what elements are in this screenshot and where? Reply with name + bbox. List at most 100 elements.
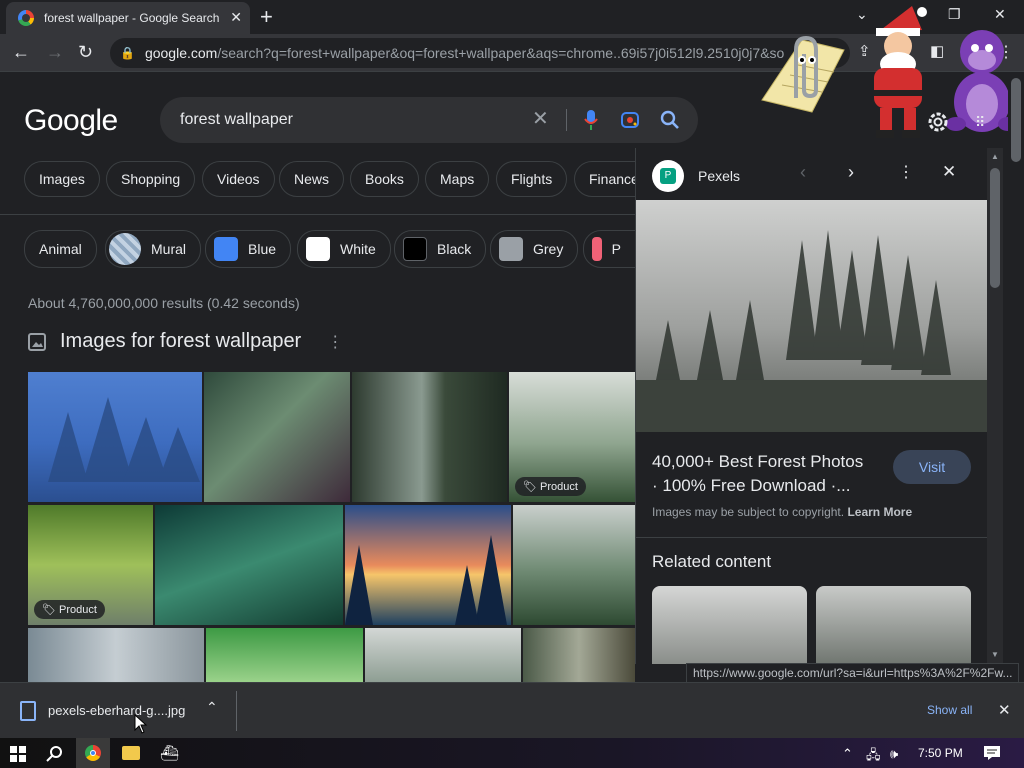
search-divider [566, 109, 567, 131]
status-bar-url: https://www.google.com/url?sa=i&url=http… [686, 663, 1020, 683]
related-content-heading: Related content [652, 552, 772, 571]
tab-flights[interactable]: Flights [496, 161, 568, 197]
google-logo[interactable]: Google [24, 104, 118, 138]
images-section-header: Images for forest wallpaper ⋮ [28, 330, 343, 353]
forward-icon[interactable]: → [46, 42, 64, 63]
settings-gear-icon[interactable] [926, 110, 950, 134]
filter-chip-grey[interactable]: Grey [490, 230, 579, 268]
filter-chip-white[interactable]: White [297, 230, 391, 268]
chrome-taskbar-button[interactable] [76, 738, 110, 768]
browser-tab[interactable]: forest wallpaper - Google Search ✕ [6, 2, 250, 34]
filter-label: White [340, 241, 376, 257]
close-tab-icon[interactable]: ✕ [230, 9, 242, 26]
result-title[interactable]: 40,000+ Best Forest Photos · 100% Free D… [652, 450, 882, 498]
back-icon[interactable]: ← [12, 42, 30, 63]
show-all-button[interactable]: Show all [927, 703, 972, 717]
panel-scrollbar[interactable]: ▲ ▼ [987, 148, 1003, 664]
image-result[interactable] [345, 505, 511, 625]
voice-search-icon[interactable] [584, 109, 598, 131]
apps-grid-icon[interactable]: ⠿ [975, 114, 985, 131]
visit-button[interactable]: Visit [893, 450, 971, 484]
image-result[interactable] [365, 628, 521, 682]
file-explorer-icon[interactable] [122, 746, 140, 760]
image-result[interactable] [155, 505, 343, 625]
address-bar[interactable]: 🔒 google.com/search?q=forest+wallpaper&o… [110, 38, 850, 68]
notifications-icon[interactable] [984, 746, 1000, 760]
image-result[interactable] [513, 505, 635, 625]
download-separator [236, 691, 237, 731]
paperclip-assistant-icon [761, 35, 845, 113]
image-result[interactable]: 🏷 Product [509, 372, 635, 502]
more-options-icon[interactable]: ⋮ [327, 332, 343, 352]
taskbar-clock[interactable]: 7:50 PM [918, 746, 963, 760]
search-input[interactable]: forest wallpaper [180, 111, 293, 129]
image-result[interactable] [523, 628, 635, 682]
filter-chip-pink[interactable]: P [583, 230, 636, 268]
search-box[interactable]: forest wallpaper ✕ [160, 97, 698, 143]
pexels-logo-icon: P [652, 160, 684, 192]
filter-label: Grey [533, 241, 564, 257]
more-options-icon[interactable]: ⋮ [898, 162, 914, 182]
app-taskbar-icon[interactable]: ⛴ [160, 744, 179, 762]
download-file-name[interactable]: pexels-eberhard-g....jpg [48, 703, 185, 718]
mouse-cursor-icon [134, 714, 148, 734]
copyright-notice: Images may be subject to copyright. Lear… [652, 505, 913, 519]
tab-books[interactable]: Books [350, 161, 419, 197]
source-name: Pexels [698, 168, 741, 184]
image-result[interactable] [204, 372, 350, 502]
related-image[interactable] [652, 586, 807, 664]
image-result[interactable] [28, 628, 204, 682]
panel-divider [636, 537, 987, 538]
new-tab-button[interactable]: + [260, 4, 273, 30]
image-result[interactable]: 🏷 Product [28, 505, 153, 625]
tab-shopping[interactable]: Shopping [106, 161, 196, 197]
filter-chip-animal[interactable]: Animal [24, 230, 97, 268]
windows-start-icon[interactable] [10, 746, 26, 762]
close-downloads-icon[interactable]: ✕ [998, 701, 1011, 719]
close-panel-icon[interactable]: ✕ [942, 162, 956, 182]
search-icon[interactable] [46, 745, 64, 763]
filter-label: Blue [248, 241, 277, 257]
filter-label: Black [437, 241, 472, 257]
tab-news[interactable]: News [279, 161, 345, 197]
filter-chip-blue[interactable]: Blue [205, 230, 292, 268]
reload-icon[interactable]: ↻ [78, 42, 93, 63]
search-icon[interactable] [660, 110, 680, 130]
color-swatch [306, 237, 330, 261]
color-swatch [499, 237, 523, 261]
lens-search-icon[interactable] [620, 110, 640, 130]
image-result[interactable] [28, 372, 202, 502]
related-image[interactable] [816, 586, 971, 664]
url-domain: google.com [144, 45, 218, 61]
clear-search-icon[interactable]: ✕ [532, 106, 549, 131]
restore-window-icon[interactable]: ❐ [948, 6, 961, 23]
learn-more-link[interactable]: Learn More [847, 505, 912, 519]
santa-character-icon [874, 6, 927, 138]
tab-finance[interactable]: Finance [574, 161, 636, 197]
previous-image-icon[interactable]: ‹ [800, 162, 806, 183]
image-result[interactable] [206, 628, 363, 682]
close-window-icon[interactable]: ✕ [994, 6, 1006, 23]
tab-maps[interactable]: Maps [425, 161, 490, 197]
network-icon[interactable]: 🖧 [866, 746, 881, 768]
windows-taskbar: ⛴ ⌃ 🖧 🕪 7:50 PM [0, 738, 1024, 768]
image-result[interactable] [352, 372, 507, 502]
chevron-up-icon[interactable]: ⌃ [206, 699, 218, 716]
filter-chip-mural[interactable]: Mural [105, 230, 202, 268]
image-preview-panel: P Pexels ‹ › ⋮ ✕ 40,000+ Best Forest Pho… [635, 148, 987, 664]
filter-chip-black[interactable]: Black [394, 230, 487, 268]
color-swatch [214, 237, 238, 261]
preview-image[interactable] [636, 200, 987, 432]
image-icon [28, 332, 46, 351]
chevron-up-icon[interactable]: ⌃ [842, 746, 853, 762]
next-image-icon[interactable]: › [848, 162, 854, 183]
volume-icon[interactable]: 🕪 [890, 746, 898, 762]
filter-label: Mural [151, 241, 187, 257]
tab-images[interactable]: Images [24, 161, 100, 197]
filter-label: Animal [39, 241, 82, 257]
url-path: /search?q=forest+wallpaper&oq=forest+wal… [217, 45, 785, 61]
mural-thumbnail [109, 233, 141, 265]
tab-videos[interactable]: Videos [202, 161, 275, 197]
page-scrollbar[interactable] [1008, 72, 1024, 682]
source-header[interactable]: P Pexels [652, 160, 740, 192]
